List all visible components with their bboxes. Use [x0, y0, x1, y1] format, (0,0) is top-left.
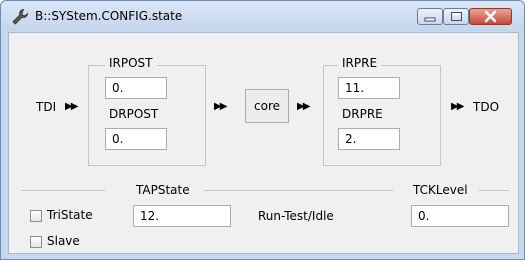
maximize-button[interactable] [443, 8, 469, 25]
slave-checkbox[interactable] [30, 236, 42, 248]
tristate-checkbox[interactable] [30, 210, 42, 222]
core-button[interactable]: core [245, 89, 289, 123]
client-area: TDI ▶▶ IRPOST 0. DRPOST 0. ▶▶ core ▶▶ IR… [8, 32, 519, 254]
tapstate-label: TAPState [136, 183, 190, 197]
title-bar[interactable]: B::SYStem.CONFIG.state [1, 1, 524, 31]
tdi-arrow-icon: ▶▶ [65, 101, 78, 112]
drpre-field[interactable]: 2. [338, 128, 400, 150]
tapstate-name: Run-Test/Idle [258, 209, 334, 223]
core-out-arrow-icon: ▶▶ [297, 101, 310, 112]
irpost-field[interactable]: 0. [105, 77, 167, 99]
irpre-label: IRPRE [338, 56, 382, 70]
slave-label: Slave [47, 234, 80, 248]
separator-left [21, 190, 105, 191]
irpost-label: IRPOST [105, 56, 157, 70]
irpre-field[interactable]: 11. [338, 77, 400, 99]
close-icon [484, 10, 497, 23]
tdi-label: TDI [36, 100, 57, 114]
close-button[interactable] [469, 8, 512, 25]
minimize-icon [424, 17, 436, 22]
wrench-icon [12, 9, 28, 25]
window-title: B::SYStem.CONFIG.state [35, 9, 183, 23]
drpost-field[interactable]: 0. [105, 128, 167, 150]
tdo-label: TDO [473, 100, 500, 114]
core-in-arrow-icon: ▶▶ [214, 101, 227, 112]
tcklevel-label: TCKLevel [413, 183, 468, 197]
drpre-label: DRPRE [338, 107, 387, 121]
tapstate-field[interactable]: 12. [133, 205, 231, 227]
tristate-label: TriState [47, 208, 93, 222]
separator-right [479, 190, 509, 191]
config-state-window: B::SYStem.CONFIG.state TDI ▶▶ IRPOST 0. … [0, 0, 525, 260]
tcklevel-field[interactable]: 0. [411, 205, 509, 227]
drpost-label: DRPOST [105, 107, 163, 121]
minimize-button[interactable] [417, 8, 443, 25]
tdo-arrow-icon: ▶▶ [451, 101, 464, 112]
separator-middle [204, 190, 393, 191]
maximize-icon [451, 12, 462, 21]
